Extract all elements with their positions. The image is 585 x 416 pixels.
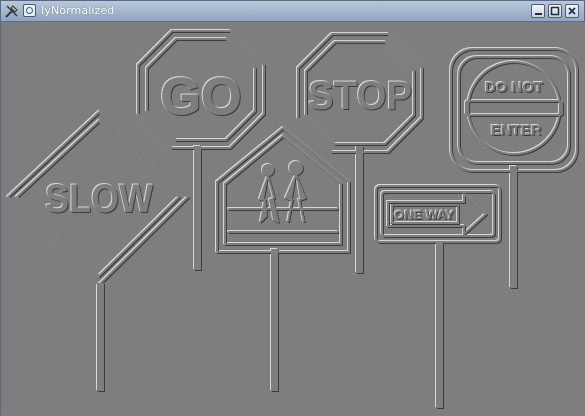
pole-go <box>194 146 201 270</box>
title-bar[interactable]: IyNormalized <box>1 1 584 22</box>
do-not-enter-sign <box>450 48 578 172</box>
do-not-text: DO NOT <box>485 79 543 96</box>
minimize-button[interactable] <box>531 4 545 18</box>
pole-slow <box>97 283 104 391</box>
pole-do-not-enter <box>510 166 517 288</box>
minimize-icon <box>535 13 542 15</box>
maximize-button[interactable] <box>548 4 562 18</box>
school-crossing-sign <box>216 126 350 253</box>
app-window: IyNormalized GO STOP DO NOT ENTER SLOW O… <box>0 0 585 416</box>
app-tools-icon[interactable] <box>4 3 20 19</box>
system-menu-icon[interactable] <box>23 4 36 17</box>
embossed-sign-image: GO STOP DO NOT ENTER SLOW ONE WAY <box>6 30 578 408</box>
window-title: IyNormalized <box>41 4 115 17</box>
image-canvas[interactable]: GO STOP DO NOT ENTER SLOW ONE WAY <box>2 22 585 416</box>
close-icon <box>568 7 576 15</box>
maximize-icon <box>550 6 560 16</box>
pole-school <box>271 249 278 391</box>
pole-stop <box>356 146 363 273</box>
one-way-text: ONE WAY <box>394 208 454 222</box>
slow-text: SLOW <box>45 177 153 221</box>
stop-text: STOP <box>308 74 412 118</box>
close-button[interactable] <box>565 4 579 18</box>
go-text: GO <box>161 68 242 126</box>
enter-text: ENTER <box>491 122 542 139</box>
children-figures-icon <box>258 161 307 223</box>
pole-one-way <box>436 241 443 408</box>
